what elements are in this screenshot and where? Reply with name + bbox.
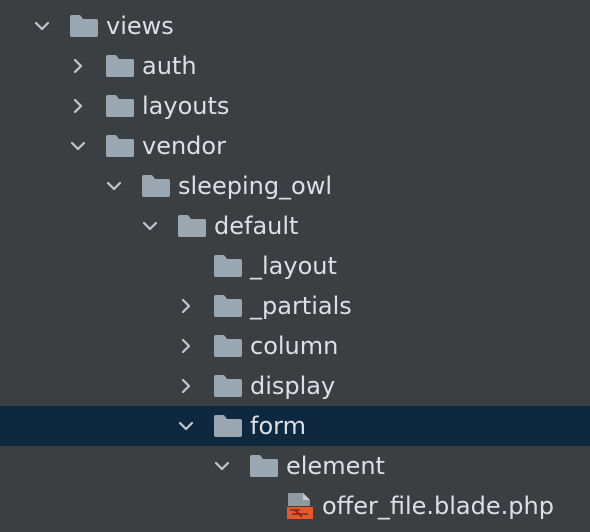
folder-icon bbox=[213, 294, 243, 318]
chevron-down-icon[interactable] bbox=[214, 458, 230, 474]
chevron-right-icon[interactable] bbox=[178, 298, 194, 314]
tree-item-label: views bbox=[106, 12, 174, 40]
tree-item-label: form bbox=[250, 412, 306, 440]
folder-icon bbox=[249, 454, 279, 478]
tree-item-label: auth bbox=[142, 52, 197, 80]
folder-icon bbox=[105, 54, 135, 78]
tree-item-label: element bbox=[286, 452, 385, 480]
folder-icon bbox=[177, 214, 207, 238]
chevron-right-icon[interactable] bbox=[178, 338, 194, 354]
tree-item-label: _partials bbox=[250, 292, 352, 320]
folder-icon bbox=[105, 134, 135, 158]
chevron-down-icon[interactable] bbox=[106, 178, 122, 194]
tree-item-label: layouts bbox=[142, 92, 230, 120]
tree-row-vendor[interactable]: vendor bbox=[0, 126, 590, 166]
tree-item-label: sleeping_owl bbox=[178, 172, 333, 200]
chevron-right-icon[interactable] bbox=[70, 58, 86, 74]
tree-item-label: vendor bbox=[142, 132, 226, 160]
folder-icon bbox=[213, 254, 243, 278]
blade-file-icon bbox=[286, 492, 314, 520]
tree-row-views[interactable]: views bbox=[0, 6, 590, 46]
tree-row-partials[interactable]: _partials bbox=[0, 286, 590, 326]
tree-row-auth[interactable]: auth bbox=[0, 46, 590, 86]
tree-row-layouts[interactable]: layouts bbox=[0, 86, 590, 126]
folder-icon bbox=[213, 374, 243, 398]
tree-item-label: column bbox=[250, 332, 339, 360]
folder-icon bbox=[69, 14, 99, 38]
chevron-down-icon[interactable] bbox=[34, 18, 50, 34]
tree-item-label: display bbox=[250, 372, 336, 400]
tree-row-layout[interactable]: _layout bbox=[0, 246, 590, 286]
chevron-down-icon[interactable] bbox=[142, 218, 158, 234]
folder-icon bbox=[213, 414, 243, 438]
tree-row-default[interactable]: default bbox=[0, 206, 590, 246]
tree-row-sleeping-owl[interactable]: sleeping_owl bbox=[0, 166, 590, 206]
tree-item-label: default bbox=[214, 212, 299, 240]
tree-row-display[interactable]: display bbox=[0, 366, 590, 406]
tree-item-label: offer_file.blade.php bbox=[322, 492, 554, 520]
tree-row-element[interactable]: element bbox=[0, 446, 590, 486]
tree-row-offer-file[interactable]: offer_file.blade.php bbox=[0, 486, 590, 526]
project-tree: views auth layouts vendor sleeping_owl d… bbox=[0, 0, 590, 532]
folder-icon bbox=[141, 174, 171, 198]
chevron-down-icon[interactable] bbox=[178, 418, 194, 434]
chevron-right-icon[interactable] bbox=[178, 378, 194, 394]
folder-icon bbox=[105, 94, 135, 118]
chevron-down-icon[interactable] bbox=[70, 138, 86, 154]
tree-row-column[interactable]: column bbox=[0, 326, 590, 366]
folder-icon bbox=[213, 334, 243, 358]
tree-item-label: _layout bbox=[250, 252, 337, 280]
chevron-right-icon[interactable] bbox=[70, 98, 86, 114]
tree-row-form[interactable]: form bbox=[0, 406, 590, 446]
